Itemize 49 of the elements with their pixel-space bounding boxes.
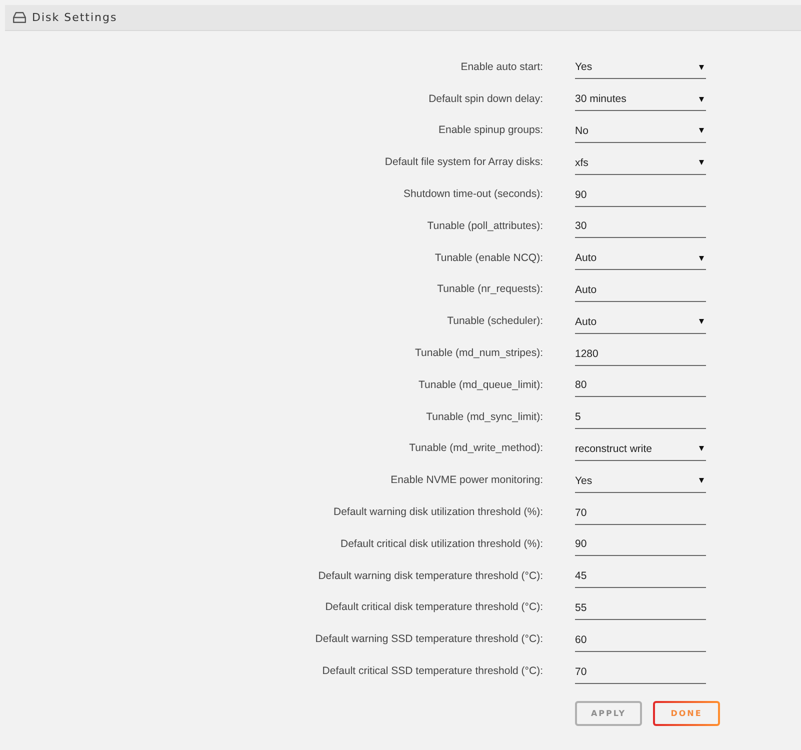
- select-field[interactable]: Yes: [575, 470, 706, 493]
- input-field[interactable]: 80: [575, 374, 706, 398]
- section-title: Disk Settings: [32, 11, 118, 24]
- caret-icon: [699, 319, 704, 324]
- caret-icon: [699, 478, 704, 484]
- select-field[interactable]: reconstruct write: [575, 438, 706, 461]
- setting-label: Default warning SSD temperature threshold (°C):: [315, 633, 543, 646]
- input-field[interactable]: 1280: [575, 342, 706, 366]
- setting-label: Default spin down delay:: [428, 92, 543, 105]
- setting-label: Default warning disk utilization threshold (%):: [333, 506, 543, 518]
- setting-label: Shutdown time-out (seconds):: [404, 188, 543, 200]
- setting-label: Enable auto start:: [460, 60, 543, 73]
- setting-label: Tunable (scheduler):: [447, 315, 543, 328]
- setting-label: Default critical disk utilization threshold (%):: [340, 538, 543, 550]
- input-field[interactable]: 45: [575, 565, 706, 588]
- select-field[interactable]: 30 minutes: [575, 88, 706, 112]
- setting-label: Default file system for Array disks:: [384, 156, 543, 168]
- caret-icon: [699, 64, 704, 70]
- setting-label: Tunable (md_sync_limit):: [426, 410, 543, 423]
- select-field[interactable]: Auto: [575, 247, 706, 270]
- caret-icon: [699, 446, 704, 452]
- caret-icon: [699, 256, 704, 261]
- select-field[interactable]: No: [575, 120, 706, 143]
- input-field[interactable]: 70: [575, 660, 706, 684]
- setting-label: Enable spinup groups:: [438, 124, 543, 136]
- setting-label: Tunable (nr_requests):: [437, 283, 543, 296]
- setting-label: Tunable (md_write_method):: [409, 442, 543, 454]
- setting-label: Tunable (md_num_stripes):: [415, 347, 543, 360]
- setting-label: Default warning disk temperature threshold (°C):: [318, 570, 543, 582]
- select-field[interactable]: xfs: [575, 152, 706, 175]
- caret-icon: [699, 96, 704, 102]
- input-field[interactable]: 90: [575, 533, 706, 556]
- input-field[interactable]: 90: [575, 184, 706, 207]
- caret-icon: [699, 160, 704, 166]
- setting-label: Default critical disk temperature threshold (°C):: [325, 601, 543, 614]
- select-field[interactable]: Auto: [575, 310, 706, 334]
- input-field[interactable]: 70: [575, 502, 706, 525]
- setting-label: Enable NVME power monitoring:: [390, 474, 543, 486]
- caret-icon: [699, 128, 704, 134]
- input-field[interactable]: 5: [575, 406, 706, 430]
- input-field[interactable]: 55: [575, 596, 706, 620]
- input-field[interactable]: 60: [575, 628, 706, 652]
- setting-label: Tunable (poll_attributes):: [427, 220, 543, 232]
- select-field[interactable]: Yes: [575, 56, 706, 80]
- input-field[interactable]: Auto: [575, 278, 706, 302]
- setting-label: Tunable (md_queue_limit):: [418, 378, 543, 391]
- input-field[interactable]: 30: [575, 215, 706, 238]
- setting-label: Default critical SSD temperature threshold (°C):: [322, 665, 543, 678]
- setting-label: Tunable (enable NCQ):: [434, 252, 543, 264]
